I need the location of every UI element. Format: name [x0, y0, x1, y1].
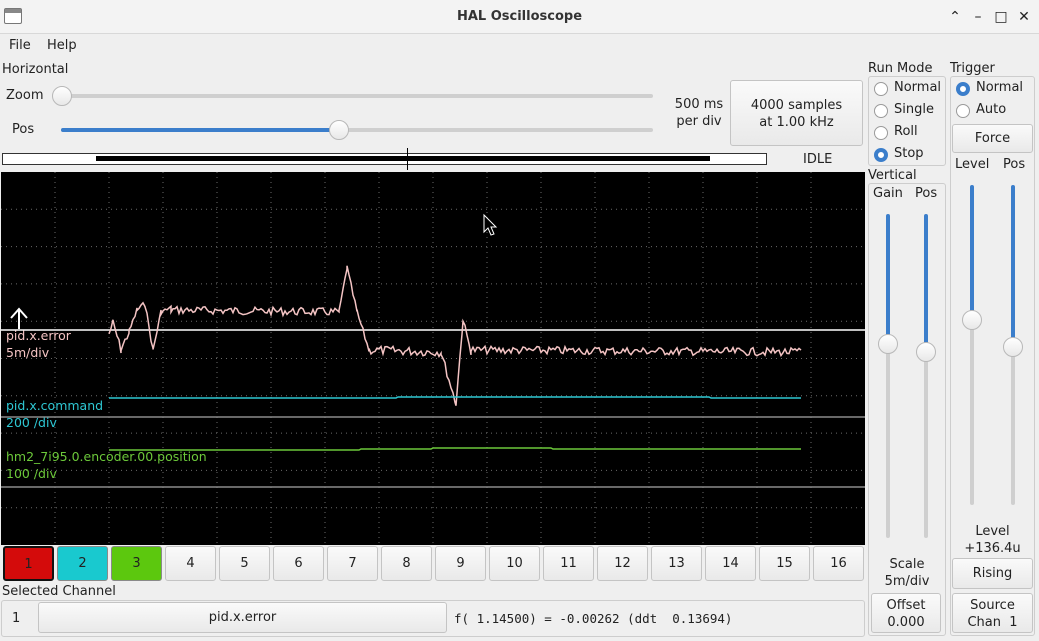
trigger-mode-label-normal[interactable]: Normal: [976, 80, 1023, 95]
run-mode-radio-stop[interactable]: [874, 148, 888, 162]
run-mode-label-normal[interactable]: Normal: [894, 80, 941, 95]
vertical-title: Vertical: [868, 168, 917, 183]
selected-channel-number: 1: [12, 611, 21, 626]
trace-label-command: pid.x.command: [6, 398, 103, 413]
sample-rate-label: 500 ms per div: [674, 97, 724, 129]
trigger-pos-label: Pos: [1003, 157, 1026, 172]
channel-button-1[interactable]: 1: [3, 546, 54, 581]
trigger-level-value: +136.4u: [964, 541, 1021, 556]
trigger-mode-radio-auto[interactable]: [956, 104, 970, 118]
channel-button-3[interactable]: 3: [111, 546, 162, 581]
trigger-mode-label-auto[interactable]: Auto: [976, 102, 1006, 117]
trigger-position-marker: [407, 148, 408, 170]
menu-file[interactable]: File: [9, 38, 31, 53]
trigger-level-label: Level: [955, 157, 990, 172]
channel-button-2[interactable]: 2: [57, 546, 108, 581]
gain-slider-handle[interactable]: [878, 334, 898, 354]
trigger-pos-slider-lower[interactable]: [1011, 347, 1015, 505]
offset-label: Offset: [886, 598, 926, 613]
zoom-slider[interactable]: [61, 94, 653, 98]
selected-channel-name-button[interactable]: pid.x.error: [38, 602, 447, 633]
trigger-level-value-label: Level: [975, 524, 1010, 539]
trigger-arrow-icon: [10, 307, 28, 329]
trigger-edge-button[interactable]: Rising: [952, 558, 1033, 589]
trace-label-position: hm2_7i95.0.encoder.00.position: [6, 449, 207, 464]
vertical-pos-label: Pos: [915, 186, 938, 201]
scope-display[interactable]: pid.x.error 5m/div pid.x.command 200 /di…: [1, 172, 865, 545]
run-mode-label-single[interactable]: Single: [894, 102, 934, 117]
channel-button-5[interactable]: 5: [219, 546, 270, 581]
channel-button-4[interactable]: 4: [165, 546, 216, 581]
run-mode-label-stop[interactable]: Stop: [894, 146, 924, 161]
cursor-readout: f( 1.14500) = -0.00262 (ddt 0.13694): [454, 611, 733, 626]
trigger-pos-slider-handle[interactable]: [1003, 337, 1023, 357]
channel-button-14[interactable]: 14: [705, 546, 756, 581]
run-mode-radio-single[interactable]: [874, 104, 888, 118]
pos-slider-handle[interactable]: [329, 120, 350, 140]
vertical-pos-slider-handle[interactable]: [916, 342, 936, 362]
gain-slider[interactable]: [886, 214, 890, 344]
channel-button-15[interactable]: 15: [759, 546, 810, 581]
trace-scale-position: 100 /div: [6, 466, 57, 481]
trigger-level-slider[interactable]: [970, 185, 974, 320]
channel-button-7[interactable]: 7: [327, 546, 378, 581]
vertical-pos-slider[interactable]: [924, 214, 928, 352]
record-window-indicator: [96, 156, 710, 161]
vertical-gain-label: Gain: [873, 186, 903, 201]
trigger-pos-slider[interactable]: [1011, 185, 1015, 347]
trace-pid-x-command: [109, 396, 801, 399]
close-window-icon[interactable]: ✕: [1015, 8, 1033, 26]
channel-button-9[interactable]: 9: [435, 546, 486, 581]
offset-value: 0.000: [887, 615, 925, 630]
menu-help[interactable]: Help: [47, 38, 77, 53]
title-bar: HAL Oscilloscope ⌃ – □ ✕: [0, 0, 1039, 34]
samples-button[interactable]: 4000 samples at 1.00 kHz: [730, 80, 863, 146]
pos-slider-fill: [61, 128, 340, 132]
trace-encoder-position: [109, 447, 801, 451]
trace-pid-x-error: [108, 265, 802, 406]
minimize-window-icon[interactable]: –: [969, 8, 987, 26]
gain-slider-lower[interactable]: [886, 344, 890, 538]
scale-value: 5m/div: [884, 574, 930, 589]
trigger-source-button[interactable]: Source Chan 1: [952, 593, 1033, 633]
channel-button-11[interactable]: 11: [543, 546, 594, 581]
mouse-cursor-icon: [483, 213, 498, 236]
zoom-label: Zoom: [6, 88, 44, 103]
force-trigger-button[interactable]: Force: [952, 124, 1033, 153]
channel-button-16[interactable]: 16: [813, 546, 864, 581]
channel-button-8[interactable]: 8: [381, 546, 432, 581]
vertical-pos-slider-lower[interactable]: [924, 352, 928, 538]
trigger-level-slider-handle[interactable]: [962, 310, 982, 330]
channel-button-10[interactable]: 10: [489, 546, 540, 581]
trigger-mode-radio-normal[interactable]: [956, 82, 970, 96]
trace-scale-error: 5m/div: [6, 345, 50, 360]
trigger-title: Trigger: [950, 61, 995, 76]
channel-button-6[interactable]: 6: [273, 546, 324, 581]
run-mode-radio-normal[interactable]: [874, 82, 888, 96]
window-title: HAL Oscilloscope: [456, 9, 583, 24]
channel-button-12[interactable]: 12: [597, 546, 648, 581]
trace-label-error: pid.x.error: [6, 328, 72, 343]
scale-label: Scale: [889, 557, 925, 572]
run-mode-label-roll[interactable]: Roll: [894, 124, 918, 139]
offset-button[interactable]: Offset 0.000: [871, 593, 941, 633]
trace-scale-command: 200 /div: [6, 415, 57, 430]
selected-channel-label: Selected Channel: [2, 584, 116, 599]
scope-status: IDLE: [803, 152, 833, 167]
maximize-window-icon[interactable]: □: [992, 8, 1010, 26]
shade-window-icon[interactable]: ⌃: [946, 8, 964, 26]
pos-label: Pos: [12, 122, 35, 137]
channel-button-13[interactable]: 13: [651, 546, 702, 581]
horizontal-section-title: Horizontal: [2, 62, 69, 77]
zoom-slider-handle[interactable]: [52, 86, 72, 106]
trigger-level-slider-lower[interactable]: [970, 320, 974, 505]
run-mode-title: Run Mode: [868, 61, 933, 76]
run-mode-radio-roll[interactable]: [874, 126, 888, 140]
